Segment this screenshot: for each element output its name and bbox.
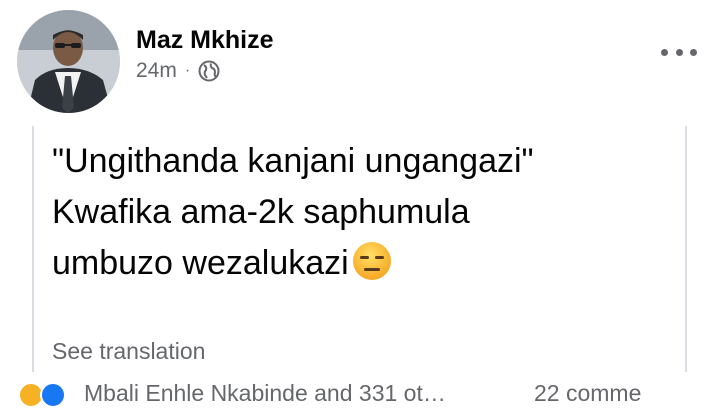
reactors-summary[interactable]: Mbali Enhle Nkabinde and 331 ot…: [84, 380, 446, 407]
post-text-line-2: Kwafika ama-2k saphumula: [52, 193, 470, 231]
more-dot: [690, 48, 697, 56]
author-name[interactable]: Maz Mkhize: [136, 26, 274, 55]
like-icon: [40, 382, 66, 408]
expressionless-face-emoji-icon: [351, 240, 393, 282]
avatar-photo: [17, 10, 120, 113]
post-timestamp[interactable]: 24m: [136, 59, 177, 83]
see-translation-link[interactable]: See translation: [52, 338, 205, 365]
comments-count[interactable]: 22 comme: [534, 380, 641, 407]
post-header: Maz Mkhize 24m ·: [0, 0, 720, 120]
meta-separator: ·: [184, 62, 191, 79]
more-horizontal-icon[interactable]: [661, 40, 697, 64]
more-dot: [675, 48, 683, 56]
post-footer: Mbali Enhle Nkabinde and 331 ot… 22 comm…: [0, 378, 720, 408]
more-dot: [661, 48, 668, 56]
post-text-line-3: umbuzo wezalukazi: [52, 244, 349, 282]
reaction-icons[interactable]: [18, 382, 76, 408]
post-card: "Ungithanda kanjani ungangazi" Kwafika a…: [32, 126, 687, 372]
post-text-line-3-wrap: umbuzo wezalukazi: [52, 238, 534, 289]
globe-icon: [198, 60, 220, 82]
post-text: "Ungithanda kanjani ungangazi" Kwafika a…: [52, 136, 534, 289]
post-meta: 24m ·: [136, 58, 220, 84]
post-text-line-1: "Ungithanda kanjani ungangazi": [52, 142, 534, 180]
author-avatar[interactable]: [17, 10, 120, 113]
